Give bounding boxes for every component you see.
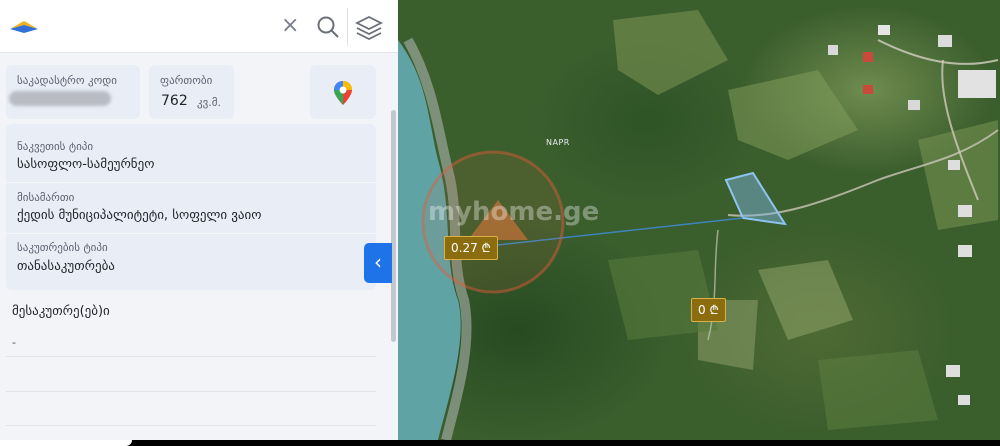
- owner-row-divider: [6, 391, 376, 392]
- details-separator: [6, 182, 376, 183]
- area-value: 762: [161, 93, 188, 109]
- area-unit: კვ.მ.: [197, 96, 221, 109]
- layers-icon[interactable]: [355, 14, 383, 42]
- search-icon[interactable]: [316, 15, 340, 39]
- satellite-map[interactable]: NAPR myhome.ge 0.27 ₾ 0 ₾: [398, 0, 1000, 440]
- address-label: მისამართი: [17, 191, 75, 204]
- app-logo-icon: [10, 21, 38, 33]
- details-separator: [6, 233, 376, 234]
- chevron-left-icon: ‹: [374, 250, 382, 274]
- owner-row-divider: [6, 356, 376, 357]
- myhome-watermark: myhome.ge: [428, 197, 600, 227]
- cut-type-label: ნაკვეთის ტიპი: [17, 140, 94, 153]
- owner-row-divider: [6, 425, 376, 426]
- panel-scrollbar[interactable]: [391, 110, 396, 342]
- header-divider: [347, 8, 348, 46]
- bottom-bar: [0, 440, 1000, 446]
- price-tag-2[interactable]: 0 ₾: [691, 298, 726, 322]
- map-place-label: NAPR: [546, 138, 570, 147]
- owner-value: -: [12, 336, 16, 349]
- ownership-type-value: თანასაკუთრება: [17, 259, 115, 274]
- google-maps-button[interactable]: [310, 65, 376, 119]
- bottom-pill: [0, 440, 132, 446]
- panel-header: ×: [0, 0, 398, 53]
- close-icon[interactable]: ×: [281, 14, 299, 38]
- details-card: ნაკვეთის ტიპი სასოფლო-სამეურნეო მისამართ…: [6, 124, 376, 290]
- address-value: ქედის მუნიციპალიტეტი, სოფელი ვაიო: [17, 208, 262, 223]
- cadastral-code-value-redacted: [9, 91, 111, 106]
- ownership-type-label: საკუთრების ტიპი: [17, 241, 108, 254]
- collapse-panel-button[interactable]: ‹: [364, 243, 392, 283]
- google-maps-pin-icon: [334, 81, 352, 105]
- area-label: ფართობი: [160, 74, 213, 87]
- price-tag-1[interactable]: 0.27 ₾: [444, 236, 498, 260]
- cadastral-code-label: საკადასტრო კოდი: [17, 74, 117, 87]
- owners-title: მესაკუთრე(ებ)ი: [12, 304, 110, 319]
- cut-type-value: სასოფლო-სამეურნეო: [17, 157, 155, 172]
- area-card: ფართობი 762 კვ.მ.: [149, 65, 234, 119]
- parcel-info-panel: × საკადასტრო კოდი ფართობი 762 კვ.მ. ნაკვ…: [0, 0, 398, 440]
